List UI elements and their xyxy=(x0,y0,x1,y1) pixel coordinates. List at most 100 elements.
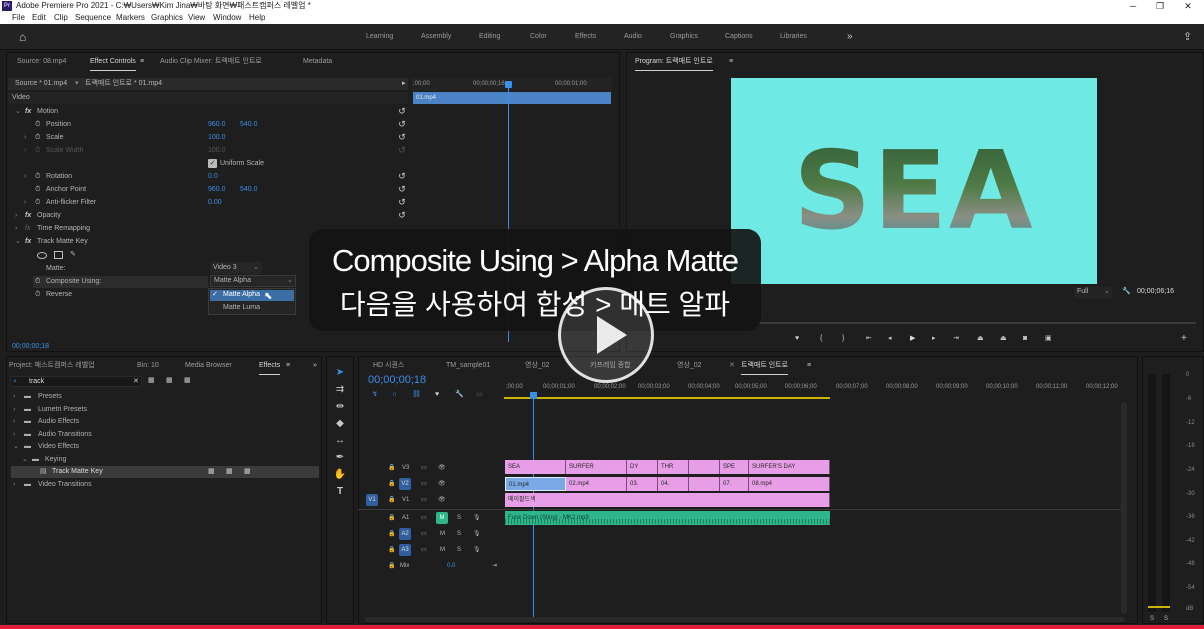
ec-playhead-handle[interactable] xyxy=(505,81,512,88)
timeline-clip[interactable]: SURFER xyxy=(566,460,627,474)
more-workspaces-icon[interactable]: » xyxy=(847,31,853,42)
track-label-a2[interactable]: A2 xyxy=(399,528,411,540)
more-panels-icon[interactable]: » xyxy=(313,357,317,375)
timeline-clip[interactable]: SPE xyxy=(720,460,749,474)
go-to-in-icon[interactable]: ⇤ xyxy=(866,333,872,345)
microphone-icon[interactable]: 🎙 xyxy=(473,543,481,557)
effects-search-input[interactable]: ⌕ track ✕ xyxy=(10,376,142,387)
minimize-icon[interactable]: ─ xyxy=(1126,0,1140,12)
reset-icon[interactable]: ↺ xyxy=(397,197,407,207)
step-back-icon[interactable]: ◂ xyxy=(888,333,892,345)
tab-media-browser[interactable]: Media Browser xyxy=(185,357,232,375)
chevron-right-icon[interactable]: › xyxy=(15,210,17,222)
position-x-value[interactable]: 960.0 xyxy=(208,119,226,131)
mute-button[interactable]: M xyxy=(440,527,445,541)
export-frame-icon[interactable]: ◙ xyxy=(1023,333,1027,345)
microphone-icon[interactable]: 🎙 xyxy=(473,527,481,541)
timeline-clip[interactable]: 04. xyxy=(658,477,689,491)
menu-file[interactable]: File xyxy=(12,12,25,24)
effects-folder-audio-transitions[interactable]: Audio Transitions xyxy=(38,429,92,441)
32bit-effects-icon[interactable]: ▦ xyxy=(166,375,173,387)
eye-icon[interactable]: 👁 xyxy=(438,477,446,491)
matte-select[interactable]: Video 3 ⌄ xyxy=(210,262,262,274)
panel-menu-icon[interactable]: ≡ xyxy=(286,357,290,375)
workspace-assembly[interactable]: Assembly xyxy=(421,33,451,40)
fit-select[interactable]: Full ⌄ xyxy=(1074,287,1112,298)
settings-wrench-icon[interactable]: 🔧 xyxy=(455,389,464,401)
mark-out-icon[interactable]: } xyxy=(842,333,844,345)
solo-button[interactable]: S xyxy=(457,511,461,525)
stopwatch-icon[interactable]: ⏱ xyxy=(35,184,40,196)
razor-tool-icon[interactable]: ◆ xyxy=(333,417,347,431)
nest-icon[interactable]: ↯ xyxy=(372,389,378,401)
selection-tool-icon[interactable]: ➤ xyxy=(333,366,347,380)
position-y-value[interactable]: 540.0 xyxy=(240,119,258,131)
audio-clip[interactable]: Funk Down (Sting) - MK2.mp3 xyxy=(505,511,830,525)
share-icon[interactable]: ⇪ xyxy=(1183,30,1192,43)
extract-icon[interactable]: ⏏ xyxy=(1000,333,1007,345)
tab-metadata[interactable]: Metadata xyxy=(303,53,332,71)
solo-right-button[interactable]: S xyxy=(1164,613,1168,625)
composite-select[interactable]: Matte Alpha ⌄ xyxy=(210,275,296,287)
wrench-icon[interactable]: 🔧 xyxy=(1122,286,1131,298)
chevron-right-icon[interactable]: › xyxy=(13,429,15,441)
chevron-right-icon[interactable]: › xyxy=(15,223,17,235)
lock-icon[interactable]: 🔒 xyxy=(388,527,395,541)
timeline-clip[interactable]: 07. xyxy=(720,477,749,491)
timeline-playhead-handle[interactable] xyxy=(530,392,537,399)
panel-menu-icon[interactable]: ≡ xyxy=(140,53,144,71)
workspace-graphics[interactable]: Graphics xyxy=(670,33,698,40)
sync-lock-icon[interactable]: ▭ xyxy=(421,527,427,541)
stopwatch-icon[interactable]: ⏱ xyxy=(35,197,40,209)
lock-icon[interactable]: 🔒 xyxy=(388,461,395,475)
video-progress-bar[interactable] xyxy=(0,625,1204,629)
type-tool-icon[interactable]: T xyxy=(333,485,347,499)
effects-folder-video-effects[interactable]: Video Effects xyxy=(38,441,79,453)
lock-icon[interactable]: 🔒 xyxy=(388,543,395,557)
tab-effects[interactable]: Effects xyxy=(259,357,281,375)
sync-lock-icon[interactable]: ▭ xyxy=(421,543,427,557)
stopwatch-icon[interactable]: ⏱ xyxy=(35,132,40,144)
tab-sequence-video-02[interactable]: 영상_02 xyxy=(525,357,550,375)
solo-left-button[interactable]: S xyxy=(1150,613,1154,625)
timeline-clip[interactable]: 03. xyxy=(627,477,658,491)
work-area-bar[interactable] xyxy=(504,397,830,399)
mark-in-icon[interactable]: { xyxy=(820,333,822,345)
lock-icon[interactable]: 🔒 xyxy=(388,559,395,573)
eye-icon[interactable]: 👁 xyxy=(438,461,446,475)
chevron-right-icon[interactable]: › xyxy=(13,479,15,491)
ripple-edit-tool-icon[interactable]: ⇹ xyxy=(333,400,347,414)
dropdown-option-matte-alpha[interactable]: ✓ Matte Alpha xyxy=(210,290,294,301)
chevron-down-icon[interactable]: ⌄ xyxy=(22,454,28,466)
eye-icon[interactable]: 👁 xyxy=(438,493,446,507)
sync-lock-icon[interactable]: ▭ xyxy=(421,511,427,525)
track-label-a3[interactable]: A3 xyxy=(399,544,411,556)
accelerated-effects-icon[interactable]: ▦ xyxy=(148,375,155,387)
slip-tool-icon[interactable]: ↔ xyxy=(333,434,347,448)
menu-sequence[interactable]: Sequence xyxy=(75,12,111,24)
menu-edit[interactable]: Edit xyxy=(32,12,46,24)
timeline-clip[interactable]: SURFER'S DAY xyxy=(749,460,830,474)
chevron-right-icon[interactable]: › xyxy=(24,132,26,144)
workspace-editing[interactable]: Editing xyxy=(479,33,500,40)
add-marker-icon[interactable]: ♥ xyxy=(795,333,799,345)
reset-icon[interactable]: ↺ xyxy=(397,210,407,220)
add-marker-icon[interactable]: ♥ xyxy=(435,389,439,401)
tab-effect-controls[interactable]: Effect Controls xyxy=(90,53,136,71)
mute-button[interactable]: M xyxy=(440,543,445,557)
captions-icon[interactable]: ▭ xyxy=(476,389,483,401)
play-icon[interactable]: ▶ xyxy=(910,333,915,345)
video-play-button[interactable] xyxy=(558,287,654,383)
reset-icon[interactable]: ↺ xyxy=(397,106,407,116)
chevron-down-icon[interactable]: ⌄ xyxy=(15,236,21,248)
ec-source-clip[interactable]: Source * 01.mp4 xyxy=(15,78,67,90)
go-to-out-icon[interactable]: ⇥ xyxy=(953,333,959,345)
close-icon[interactable]: ✕ xyxy=(1181,0,1195,12)
effects-folder-video-transitions[interactable]: Video Transitions xyxy=(38,479,92,491)
home-icon[interactable]: ⌂ xyxy=(19,30,26,44)
scale-value[interactable]: 100.0 xyxy=(208,132,226,144)
track-label-v2[interactable]: V2 xyxy=(399,478,411,490)
timeline-clip[interactable] xyxy=(689,460,720,474)
sync-lock-icon[interactable]: ▭ xyxy=(421,493,427,507)
menu-window[interactable]: Window xyxy=(213,12,241,24)
